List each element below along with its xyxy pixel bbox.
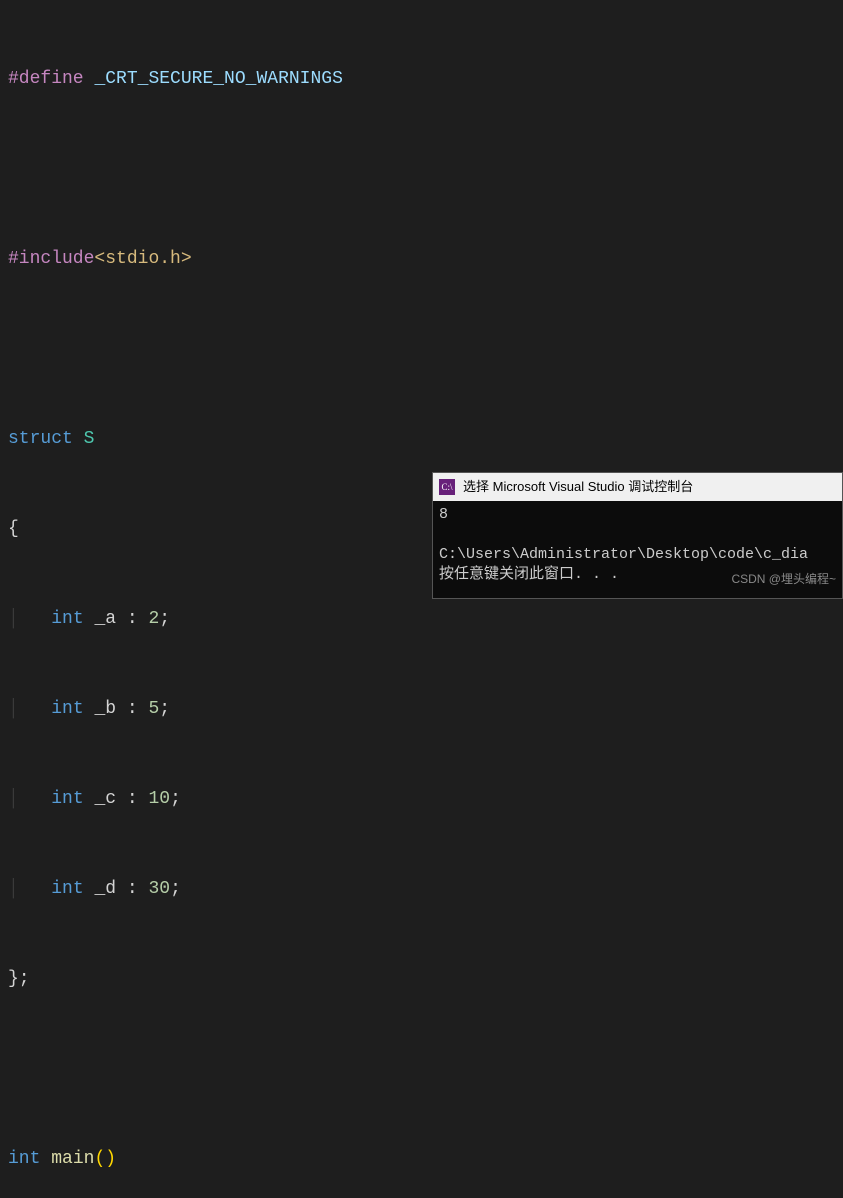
bit-width: 30 — [148, 874, 170, 904]
field-name: _a — [94, 604, 116, 634]
field-name: _b — [94, 694, 116, 724]
preproc-define: #define — [8, 64, 84, 94]
blank-line — [8, 1054, 835, 1084]
blank-line — [8, 154, 835, 184]
code-line: #define _CRT_SECURE_NO_WARNINGS — [8, 64, 835, 94]
int-keyword: int — [51, 604, 83, 634]
open-brace: { — [8, 514, 19, 544]
console-output: 8 — [439, 505, 836, 525]
int-keyword: int — [8, 1144, 40, 1174]
console-blank — [439, 525, 836, 545]
bit-width: 5 — [148, 694, 159, 724]
code-line: int main() — [8, 1144, 835, 1174]
include-open: < — [94, 244, 105, 274]
bit-width: 10 — [148, 784, 170, 814]
console-title: 选择 Microsoft Visual Studio 调试控制台 — [463, 472, 693, 502]
field-name: _d — [94, 874, 116, 904]
close-brace: }; — [8, 964, 30, 994]
console-path: C:\Users\Administrator\Desktop\code\c_di… — [439, 545, 836, 565]
code-line: }; — [8, 964, 835, 994]
console-titlebar[interactable]: C:\ 选择 Microsoft Visual Studio 调试控制台 — [433, 473, 842, 501]
code-line: │ int _c : 10; — [8, 784, 835, 814]
int-keyword: int — [51, 694, 83, 724]
code-line: │ int _a : 2; — [8, 604, 835, 634]
code-editor[interactable]: #define _CRT_SECURE_NO_WARNINGS #include… — [0, 0, 843, 1198]
struct-keyword: struct — [8, 424, 73, 454]
blank-line — [8, 334, 835, 364]
code-line: struct S — [8, 424, 835, 454]
code-line: #include<stdio.h> — [8, 244, 835, 274]
debug-console-window[interactable]: C:\ 选择 Microsoft Visual Studio 调试控制台 8 C… — [432, 472, 843, 599]
int-keyword: int — [51, 874, 83, 904]
field-name: _c — [94, 784, 116, 814]
struct-name: S — [84, 424, 95, 454]
code-line: │ int _b : 5; — [8, 694, 835, 724]
include-path: stdio.h — [105, 244, 181, 274]
define-symbol: _CRT_SECURE_NO_WARNINGS — [94, 64, 342, 94]
main-function: main — [51, 1144, 94, 1174]
include-close: > — [181, 244, 192, 274]
code-line: │ int _d : 30; — [8, 874, 835, 904]
bit-width: 2 — [148, 604, 159, 634]
watermark: CSDN @埋头编程~ — [731, 564, 836, 594]
console-icon: C:\ — [439, 479, 455, 495]
preproc-include: #include — [8, 244, 94, 274]
int-keyword: int — [51, 784, 83, 814]
